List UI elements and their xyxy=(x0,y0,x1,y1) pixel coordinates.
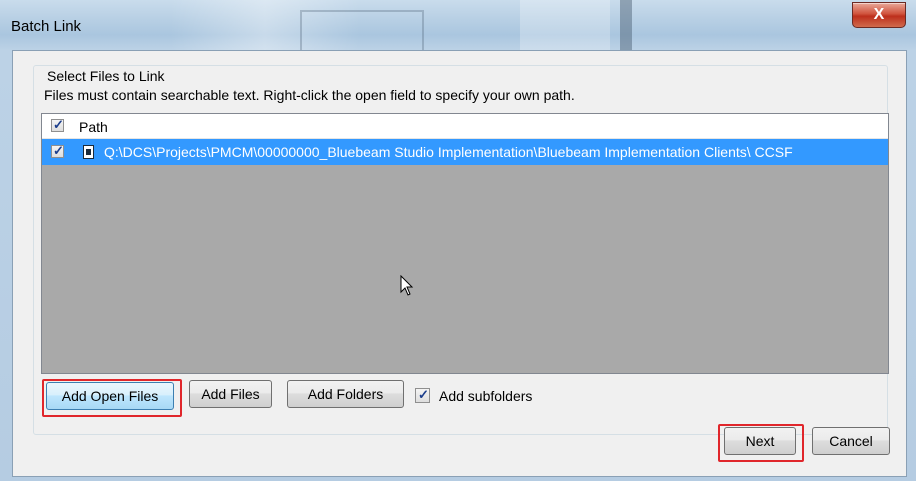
group-description: Files must contain searchable text. Righ… xyxy=(44,87,575,103)
add-files-button[interactable]: Add Files xyxy=(189,380,272,408)
add-subfolders-checkbox[interactable]: ✓ xyxy=(415,387,430,403)
select-all-checkbox[interactable]: ✓ xyxy=(51,117,64,132)
file-list[interactable]: ✓ Path ✓ Q:\DCS\Projects\PMCM\00000000_B… xyxy=(41,113,889,374)
add-subfolders-label[interactable]: Add subfolders xyxy=(439,388,532,404)
file-list-row[interactable]: ✓ Q:\DCS\Projects\PMCM\00000000_Bluebeam… xyxy=(42,139,888,165)
mouse-pointer-icon xyxy=(400,275,414,296)
checkmark-icon: ✓ xyxy=(418,387,429,402)
close-button[interactable]: X xyxy=(852,2,906,28)
title-bar[interactable]: Batch Link X xyxy=(0,0,916,50)
checkmark-icon: ✓ xyxy=(53,143,64,158)
title-bar-glass xyxy=(620,0,632,50)
path-column-header[interactable]: Path xyxy=(79,119,108,135)
list-header: ✓ Path xyxy=(42,114,888,139)
dialog-body: Select Files to Link Files must contain … xyxy=(12,50,907,477)
title-bar-glass xyxy=(520,0,610,50)
file-path: Q:\DCS\Projects\PMCM\00000000_Bluebeam S… xyxy=(104,144,793,160)
highlight-box xyxy=(718,424,804,462)
highlight-box xyxy=(42,379,182,417)
add-folders-button[interactable]: Add Folders xyxy=(287,380,404,408)
title-bar-glass xyxy=(300,10,424,50)
pdf-file-icon xyxy=(83,145,94,159)
close-icon: X xyxy=(873,6,885,23)
group-label: Select Files to Link xyxy=(44,68,168,84)
window-title: Batch Link xyxy=(11,18,82,35)
row-checkbox[interactable]: ✓ xyxy=(51,143,64,158)
cancel-button[interactable]: Cancel xyxy=(812,427,890,455)
checkmark-icon: ✓ xyxy=(53,117,64,132)
